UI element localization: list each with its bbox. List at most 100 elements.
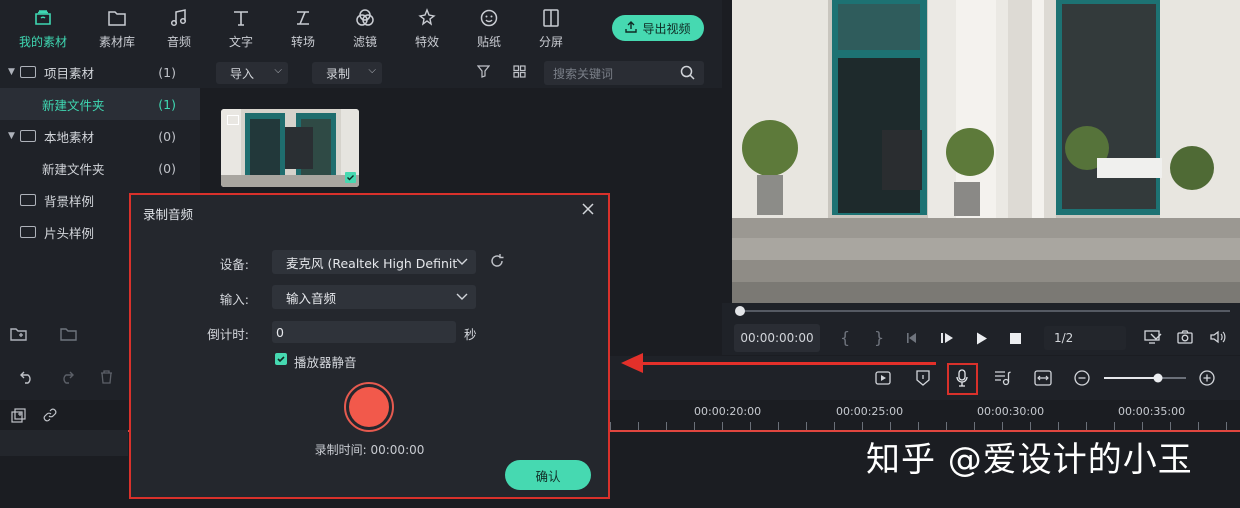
fit-timeline-icon[interactable] — [1034, 370, 1052, 386]
link-icon[interactable] — [43, 408, 57, 422]
redo-icon[interactable] — [60, 370, 74, 384]
media-toolbar: 导入 ⌵ 录制 ⌵ 搜索关键词 — [200, 56, 722, 88]
arrow-head-icon — [620, 352, 644, 374]
mute-player-label: 播放器静音 — [294, 355, 357, 370]
confirm-button[interactable]: 确认 — [505, 460, 591, 490]
expand-caret-icon[interactable]: ▼ — [8, 131, 20, 141]
refresh-icon[interactable] — [489, 253, 505, 269]
tab-text[interactable]: 文字 — [210, 0, 272, 56]
render-preview-icon[interactable] — [875, 370, 891, 386]
tree-item-count: (1) — [158, 96, 176, 112]
filter-icon — [355, 7, 375, 29]
search-icon[interactable] — [680, 65, 695, 80]
effects-icon — [417, 7, 437, 29]
tree-item-count: (0) — [158, 160, 176, 176]
tree-item-count: (0) — [158, 128, 176, 144]
tab-sticker[interactable]: 贴纸 — [458, 0, 520, 56]
record-dropdown[interactable]: 录制 ⌵ — [312, 62, 382, 84]
folder-icon — [20, 130, 36, 142]
my-assets-icon — [33, 7, 53, 29]
tab-my-assets[interactable]: 我的素材 — [0, 0, 86, 56]
record-label: 录制 — [326, 66, 351, 81]
add-track-icon[interactable] — [11, 408, 26, 423]
record-time-value: 00:00:00 — [370, 443, 425, 457]
search-input[interactable]: 搜索关键词 — [544, 61, 704, 85]
record-audio-dialog: 录制音频 设备: 麦克风 (Realtek High Definit 输入: 输… — [129, 193, 610, 499]
chevron-down-icon: ⌵ — [368, 65, 376, 76]
tree-item-new-folder-2[interactable]: 新建文件夹 (0) — [0, 152, 200, 184]
ruler-ticks — [610, 422, 1240, 430]
record-time-label: 录制时间: — [314, 443, 367, 457]
chevron-down-icon — [456, 254, 468, 269]
tree-item-count: (1) — [158, 64, 176, 80]
track-header — [0, 430, 128, 456]
display-icon[interactable] — [1144, 330, 1160, 344]
player-controls: 00:00:00:00 { } 1/2 — [722, 303, 1240, 355]
folder-outline-icon[interactable] — [60, 326, 78, 346]
preview-quality-select[interactable]: 1/2 — [1044, 326, 1162, 350]
delete-trash-icon[interactable] — [100, 370, 113, 384]
timecode-display: 00:00:00:00 — [734, 324, 820, 352]
tab-split-screen[interactable]: 分屏 — [520, 0, 582, 56]
play-icon[interactable] — [976, 332, 988, 345]
video-preview — [732, 0, 1240, 303]
scrubber-handle[interactable] — [734, 305, 746, 317]
prev-frame-icon[interactable] — [906, 332, 918, 344]
tree-item-new-folder-1[interactable]: 新建文件夹 (1) — [0, 88, 200, 120]
tab-effects[interactable]: 特效 — [396, 0, 458, 56]
new-folder-icon[interactable] — [10, 326, 28, 346]
volume-icon[interactable] — [1210, 330, 1226, 344]
close-icon[interactable] — [582, 203, 594, 219]
zoom-out-icon[interactable] — [1074, 370, 1090, 386]
playback-scrubber[interactable] — [736, 310, 1230, 312]
snapshot-camera-icon[interactable] — [1177, 330, 1193, 344]
tab-label: 滤镜 — [352, 34, 377, 49]
tree-item-label: 背景样例 — [44, 193, 95, 209]
filter-funnel-icon[interactable] — [477, 65, 490, 78]
sticker-icon — [479, 7, 499, 29]
tree-item-label: 片头样例 — [44, 225, 95, 241]
mark-in-icon[interactable]: { — [840, 328, 850, 347]
input-value: 输入音频 — [286, 290, 337, 306]
tree-item-label: 项目素材 — [44, 65, 95, 81]
audio-mixer-icon[interactable] — [994, 370, 1011, 386]
tab-label: 特效 — [414, 34, 439, 49]
tab-audio[interactable]: 音频 — [148, 0, 210, 56]
ruler-tick-label: 00:00:20:00 — [694, 405, 762, 418]
zoom-slider-handle[interactable] — [1153, 373, 1163, 383]
tree-item-label: 本地素材 — [44, 129, 95, 145]
media-thumbnail[interactable] — [221, 109, 359, 187]
play-step-icon[interactable] — [940, 332, 954, 344]
export-video-button[interactable]: 导出视频 — [612, 15, 704, 41]
tab-asset-library[interactable]: 素材库 — [86, 0, 148, 56]
device-label: 设备: — [219, 257, 249, 272]
stop-icon[interactable] — [1010, 333, 1021, 344]
folder-icon — [107, 7, 127, 29]
grid-view-icon[interactable] — [513, 65, 526, 78]
tree-item-project-assets[interactable]: ▼ 项目素材 (1) — [0, 56, 200, 88]
tree-actions — [10, 326, 78, 346]
mute-player-checkbox[interactable] — [275, 353, 287, 365]
tab-filter[interactable]: 滤镜 — [334, 0, 396, 56]
zoom-in-icon[interactable] — [1199, 370, 1215, 386]
preview-frame — [732, 0, 1240, 303]
top-tab-bar: 我的素材 素材库 音频 文字 转场 滤镜 特效 贴纸 分屏 导出视频 — [0, 0, 722, 56]
chevron-down-icon: ⌵ — [274, 65, 282, 76]
marker-shield-icon[interactable] — [916, 370, 930, 386]
record-dot-icon — [349, 387, 389, 427]
tree-item-local-assets[interactable]: ▼ 本地素材 (0) — [0, 120, 200, 152]
countdown-label: 倒计时: — [207, 327, 249, 342]
countdown-unit: 秒 — [464, 327, 477, 342]
tab-label: 贴纸 — [476, 34, 501, 49]
input-select[interactable]: 输入音频 — [272, 285, 476, 309]
mark-out-icon[interactable]: } — [874, 328, 884, 347]
tab-transition[interactable]: 转场 — [272, 0, 334, 56]
import-dropdown[interactable]: 导入 ⌵ — [216, 62, 288, 84]
undo-icon[interactable] — [20, 370, 34, 384]
zoom-slider-fill — [1104, 377, 1158, 379]
device-select[interactable]: 麦克风 (Realtek High Definit — [272, 250, 476, 274]
record-button[interactable] — [344, 382, 394, 432]
confirm-label: 确认 — [535, 468, 561, 484]
expand-caret-icon[interactable]: ▼ — [8, 67, 20, 77]
countdown-input[interactable]: 0 — [272, 321, 456, 343]
